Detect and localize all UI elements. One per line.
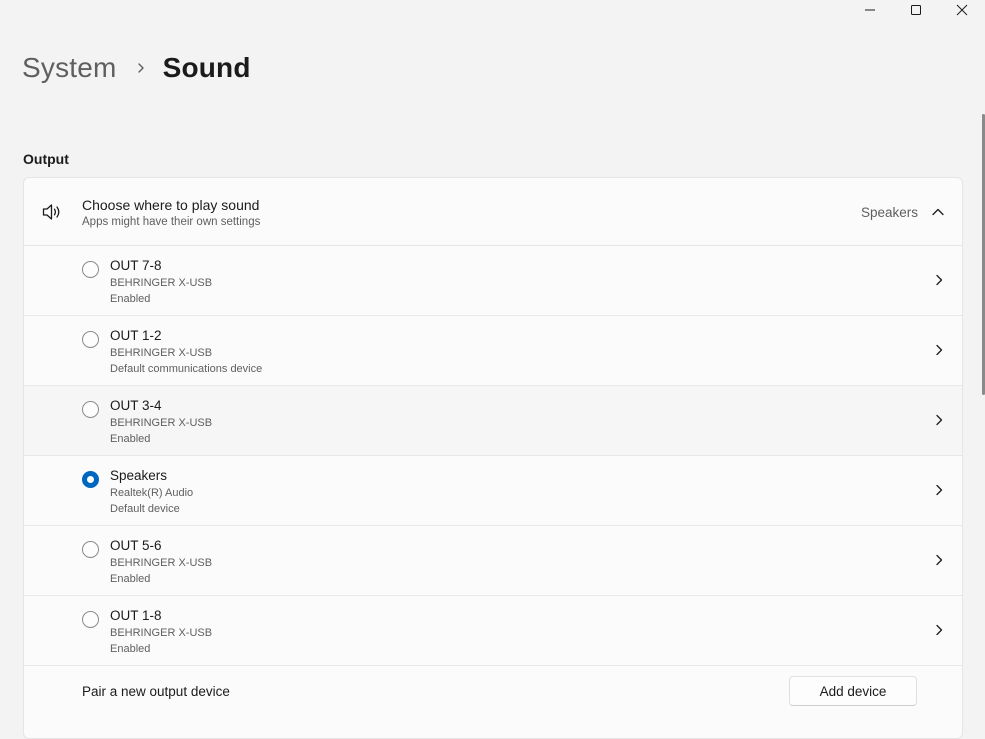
device-status: Enabled [110,573,151,585]
device-name: OUT 1-8 [110,608,162,623]
device-status: Enabled [110,293,151,305]
device-driver: BEHRINGER X-USB [110,347,213,359]
add-device-button[interactable]: Add device [789,676,917,706]
chevron-right-icon [131,50,151,86]
chevron-right-icon[interactable] [933,624,945,636]
output-section-title: Output [23,151,69,167]
device-radio[interactable] [82,261,99,278]
device-row[interactable]: OUT 7-8 BEHRINGER X-USB Enabled [24,246,962,316]
window-controls [847,0,985,20]
device-row[interactable]: OUT 5-6 BEHRINGER X-USB Enabled [24,526,962,596]
close-icon [956,4,968,16]
device-radio[interactable] [82,401,99,418]
device-radio[interactable] [82,541,99,558]
device-driver: BEHRINGER X-USB [110,277,213,289]
device-driver: BEHRINGER X-USB [110,417,213,429]
chevron-right-icon[interactable] [933,274,945,286]
device-radio[interactable] [82,611,99,628]
selected-output-value: Speakers [860,205,918,220]
device-name: Speakers [110,468,168,483]
page-title: Sound [162,52,251,83]
output-card: Choose where to play sound Apps might ha… [23,177,963,739]
speaker-volume-icon [42,204,60,220]
device-row[interactable]: OUT 1-2 BEHRINGER X-USB Default communic… [24,316,962,386]
device-name: OUT 3-4 [110,398,162,413]
breadcrumb: System Sound [22,50,251,86]
chevron-right-icon[interactable] [933,484,945,496]
choose-output-header[interactable]: Choose where to play sound Apps might ha… [24,178,962,246]
device-row[interactable]: OUT 3-4 BEHRINGER X-USB Enabled [24,386,962,456]
device-radio-selected[interactable] [82,471,99,488]
maximize-button[interactable] [893,0,939,20]
pair-device-label: Pair a new output device [82,684,230,699]
chevron-right-icon[interactable] [933,414,945,426]
device-status: Default device [110,503,180,515]
minimize-button[interactable] [847,0,893,20]
device-status: Enabled [110,433,151,445]
chevron-up-icon[interactable] [931,205,945,219]
close-button[interactable] [939,0,985,20]
device-radio[interactable] [82,331,99,348]
device-status: Enabled [110,643,151,655]
device-driver: Realtek(R) Audio [110,487,194,499]
minimize-icon [865,9,875,11]
chevron-right-icon[interactable] [933,344,945,356]
device-row[interactable]: OUT 1-8 BEHRINGER X-USB Enabled [24,596,962,666]
maximize-icon [911,5,921,15]
device-row[interactable]: Speakers Realtek(R) Audio Default device [24,456,962,526]
pair-device-row: Pair a new output device Add device [24,666,962,718]
device-driver: BEHRINGER X-USB [110,627,213,639]
device-name: OUT 7-8 [110,258,162,273]
chevron-right-icon[interactable] [933,554,945,566]
device-name: OUT 5-6 [110,538,162,553]
choose-output-subtitle: Apps might have their own settings [82,216,261,228]
breadcrumb-system[interactable]: System [22,50,117,86]
device-driver: BEHRINGER X-USB [110,557,213,569]
device-name: OUT 1-2 [110,328,162,343]
choose-output-title: Choose where to play sound [82,197,260,213]
device-status: Default communications device [110,363,263,375]
